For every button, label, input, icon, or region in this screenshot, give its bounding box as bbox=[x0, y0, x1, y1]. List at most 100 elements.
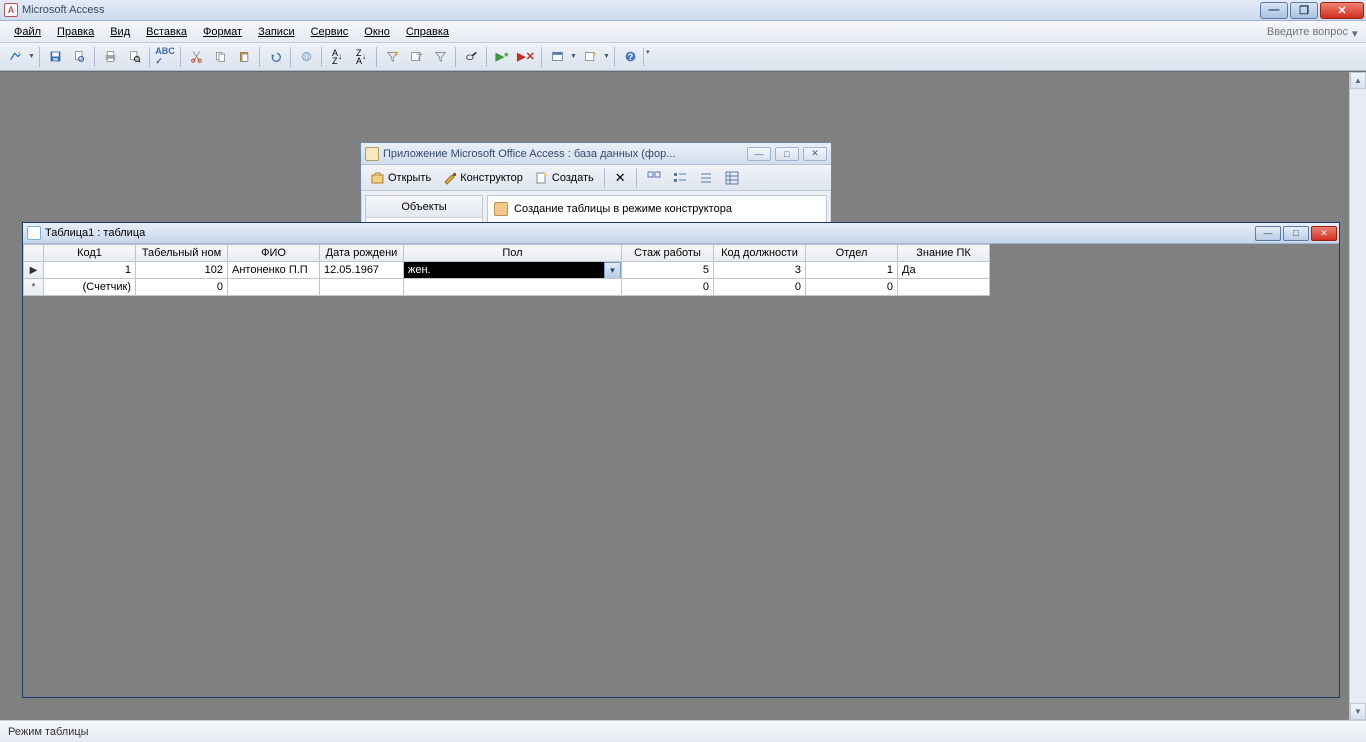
list-item[interactable]: Создание таблицы в режиме конструктора bbox=[492, 200, 822, 218]
menu-insert[interactable]: Вставка bbox=[138, 24, 195, 40]
paste-icon[interactable] bbox=[233, 46, 255, 68]
db-view-details-icon[interactable] bbox=[721, 169, 743, 187]
db-close-button[interactable]: ✕ bbox=[803, 147, 827, 161]
help-search[interactable]: ▾ bbox=[1228, 26, 1362, 38]
db-window-icon bbox=[365, 147, 379, 161]
db-new-button[interactable]: Создать bbox=[531, 169, 598, 187]
scroll-down-icon[interactable]: ▼ bbox=[1350, 703, 1366, 720]
app-minimize-button[interactable]: — bbox=[1260, 2, 1288, 19]
db-design-button[interactable]: Конструктор bbox=[439, 169, 527, 187]
sort-desc-icon[interactable]: ZA↓ bbox=[350, 46, 372, 68]
cell-dob[interactable] bbox=[320, 279, 404, 296]
find-icon[interactable] bbox=[460, 46, 482, 68]
database-window-icon[interactable] bbox=[546, 46, 568, 68]
toolbar-overflow-icon[interactable]: ▾ bbox=[643, 48, 650, 66]
db-delete-button[interactable]: ✕ bbox=[611, 168, 630, 188]
cell-pk[interactable] bbox=[898, 279, 990, 296]
cell-pol-dropdown[interactable]: жен. ▼ муж. жен. bbox=[404, 262, 622, 279]
scroll-up-icon[interactable]: ▲ bbox=[1350, 72, 1366, 89]
db-minimize-button[interactable]: — bbox=[747, 147, 771, 161]
cell-dolzhnost[interactable]: 0 bbox=[714, 279, 806, 296]
menu-service[interactable]: Сервис bbox=[303, 24, 357, 40]
print-icon[interactable] bbox=[99, 46, 121, 68]
col-header-pk[interactable]: Знание ПК bbox=[898, 245, 990, 262]
menu-file[interactable]: Файл bbox=[6, 24, 49, 40]
cell-kod1[interactable]: 1 bbox=[44, 262, 136, 279]
cell-tabnum[interactable]: 102 bbox=[136, 262, 228, 279]
db-view-list-icon[interactable] bbox=[695, 169, 717, 187]
cell-pk[interactable]: Да bbox=[898, 262, 990, 279]
cell-kod1[interactable]: (Счетчик) bbox=[44, 279, 136, 296]
table-minimize-button[interactable]: — bbox=[1255, 226, 1281, 241]
cell-pol[interactable] bbox=[404, 279, 622, 296]
save-icon[interactable] bbox=[44, 46, 66, 68]
db-dropdown-icon[interactable]: ▼ bbox=[570, 53, 577, 60]
table-row[interactable]: ▶ 1 102 Антоненко П.П 12.05.1967 жен. ▼ … bbox=[24, 262, 990, 279]
cell-stazh[interactable]: 0 bbox=[622, 279, 714, 296]
menu-edit[interactable]: Правка bbox=[49, 24, 102, 40]
filter-toggle-icon[interactable] bbox=[429, 46, 451, 68]
cell-fio[interactable]: Антоненко П.П bbox=[228, 262, 320, 279]
help-icon[interactable]: ? bbox=[619, 46, 641, 68]
table-maximize-button[interactable]: □ bbox=[1283, 226, 1309, 241]
db-maximize-button[interactable]: □ bbox=[775, 147, 799, 161]
db-window-titlebar[interactable]: Приложение Microsoft Office Access : баз… bbox=[361, 143, 831, 165]
delete-record-icon[interactable]: ▶✕ bbox=[515, 46, 537, 68]
new-record-icon[interactable]: ▶* bbox=[491, 46, 513, 68]
cell-otdel[interactable]: 1 bbox=[806, 262, 898, 279]
db-objects-panel: Объекты bbox=[365, 195, 483, 223]
workspace-scrollbar[interactable]: ▲ ▼ bbox=[1349, 72, 1366, 720]
menu-window[interactable]: Окно bbox=[356, 24, 398, 40]
view-dropdown-icon[interactable]: ▼ bbox=[28, 53, 35, 60]
filter-selection-icon[interactable] bbox=[381, 46, 403, 68]
menu-help[interactable]: Справка bbox=[398, 24, 457, 40]
filter-form-icon[interactable] bbox=[405, 46, 427, 68]
print-preview-icon[interactable] bbox=[123, 46, 145, 68]
spellcheck-icon[interactable]: ABC✓ bbox=[154, 46, 176, 68]
app-close-button[interactable]: ✕ bbox=[1320, 2, 1364, 19]
cell-otdel[interactable]: 0 bbox=[806, 279, 898, 296]
table-close-button[interactable]: ✕ bbox=[1311, 226, 1337, 241]
file-search-icon[interactable] bbox=[68, 46, 90, 68]
copy-icon[interactable] bbox=[209, 46, 231, 68]
help-search-input[interactable] bbox=[1228, 26, 1348, 38]
menu-records[interactable]: Записи bbox=[250, 24, 303, 40]
menu-format[interactable]: Формат bbox=[195, 24, 250, 40]
col-header-pol[interactable]: Пол bbox=[404, 245, 622, 262]
chevron-down-icon[interactable]: ▾ bbox=[1352, 27, 1362, 37]
database-window: Приложение Microsoft Office Access : баз… bbox=[360, 142, 832, 228]
col-header-stazh[interactable]: Стаж работы bbox=[622, 245, 714, 262]
col-header-dolzhnost[interactable]: Код должности bbox=[714, 245, 806, 262]
cut-icon[interactable] bbox=[185, 46, 207, 68]
new-object-icon[interactable] bbox=[579, 46, 601, 68]
undo-icon[interactable] bbox=[264, 46, 286, 68]
row-selector-new[interactable]: * bbox=[24, 279, 44, 296]
col-header-kod1[interactable]: Код1 bbox=[44, 245, 136, 262]
sort-asc-icon[interactable]: AZ↓ bbox=[326, 46, 348, 68]
cell-tabnum[interactable]: 0 bbox=[136, 279, 228, 296]
dropdown-button-icon[interactable]: ▼ bbox=[604, 262, 621, 279]
col-header-otdel[interactable]: Отдел bbox=[806, 245, 898, 262]
db-open-button[interactable]: Открыть bbox=[367, 169, 435, 187]
db-open-label: Открыть bbox=[388, 172, 431, 184]
db-view-small-icon[interactable] bbox=[669, 169, 691, 187]
menu-view[interactable]: Вид bbox=[102, 24, 138, 40]
cell-dob[interactable]: 12.05.1967 bbox=[320, 262, 404, 279]
cell-dolzhnost[interactable]: 3 bbox=[714, 262, 806, 279]
db-view-large-icon[interactable] bbox=[643, 169, 665, 187]
statusbar: Режим таблицы bbox=[0, 720, 1366, 742]
row-selector-current[interactable]: ▶ bbox=[24, 262, 44, 279]
col-header-tabnum[interactable]: Табельный ном bbox=[136, 245, 228, 262]
cell-stazh[interactable]: 5 bbox=[622, 262, 714, 279]
col-header-dob[interactable]: Дата рождени bbox=[320, 245, 404, 262]
cell-fio[interactable] bbox=[228, 279, 320, 296]
view-button[interactable] bbox=[4, 46, 26, 68]
select-all-corner[interactable] bbox=[24, 245, 44, 262]
col-header-fio[interactable]: ФИО bbox=[228, 245, 320, 262]
db-objects-tab[interactable]: Объекты bbox=[366, 196, 482, 218]
table-titlebar[interactable]: Таблица1 : таблица — □ ✕ bbox=[23, 223, 1339, 244]
app-restore-button[interactable]: ❐ bbox=[1290, 2, 1318, 19]
table-row-new[interactable]: * (Счетчик) 0 0 0 0 bbox=[24, 279, 990, 296]
new-obj-dropdown-icon[interactable]: ▼ bbox=[603, 53, 610, 60]
hyperlink-icon[interactable] bbox=[295, 46, 317, 68]
